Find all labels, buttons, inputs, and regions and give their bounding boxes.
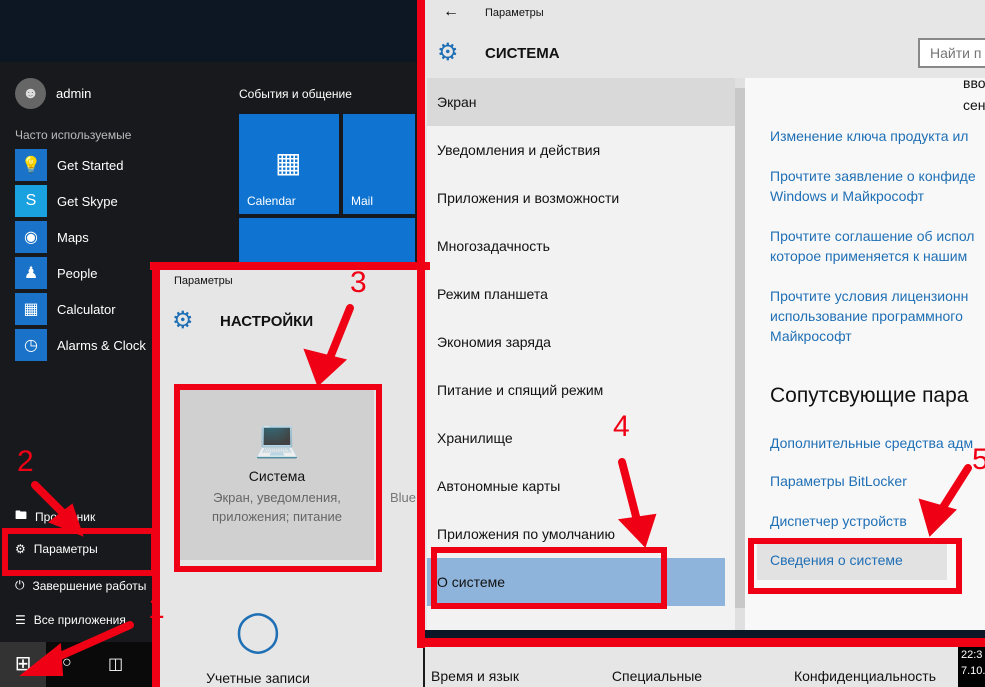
arrowhead-4 <box>617 513 657 548</box>
arrowhead-3 <box>303 348 348 387</box>
annotation-arrows <box>19 304 972 676</box>
arrowhead-5 <box>918 498 957 537</box>
arrowhead-1 <box>19 643 64 676</box>
